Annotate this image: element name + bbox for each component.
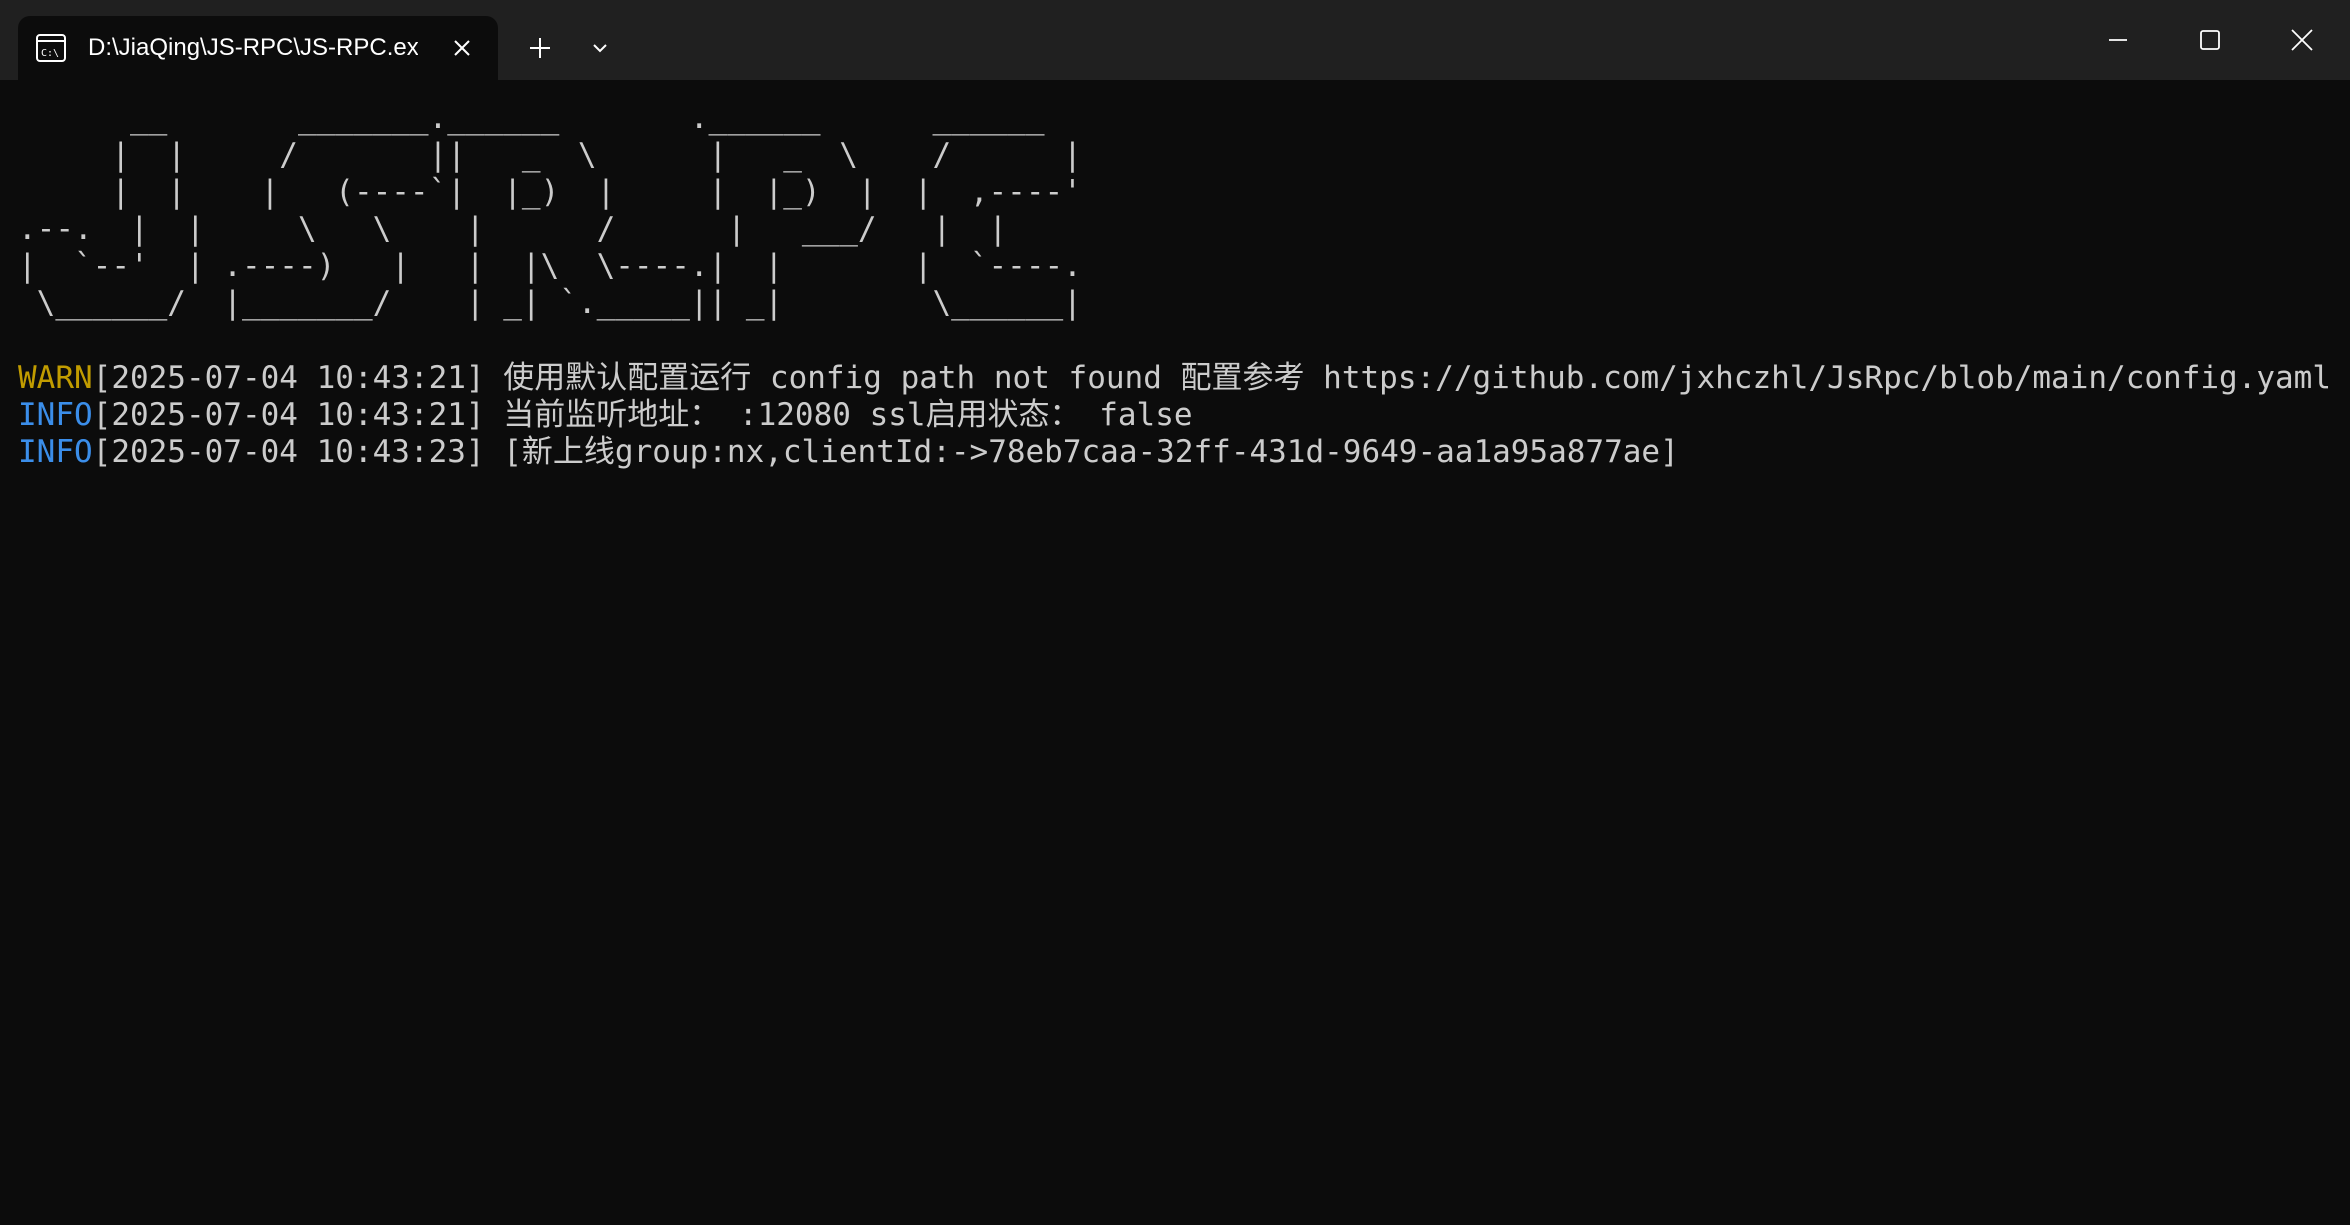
close-window-icon[interactable] xyxy=(2256,0,2348,80)
log-message: [2025-07-04 10:43:23] [新上线group:nx,clien… xyxy=(92,434,1679,470)
title-bar: C:\ D:\JiaQing\JS-RPC\JS-RPC.exe xyxy=(0,0,2350,80)
log-line: WARN[2025-07-04 10:43:21] 使用默认配置运行 confi… xyxy=(18,360,2338,397)
minimize-icon[interactable] xyxy=(2072,0,2164,80)
log-level: WARN xyxy=(18,360,93,396)
tab-active[interactable]: C:\ D:\JiaQing\JS-RPC\JS-RPC.exe xyxy=(18,16,498,80)
chevron-down-icon[interactable] xyxy=(582,30,618,66)
close-icon[interactable] xyxy=(448,34,476,62)
log-message: [2025-07-04 10:43:21] 当前监听地址： :12080 ssl… xyxy=(92,397,1193,433)
log-level: INFO xyxy=(18,434,93,470)
maximize-icon[interactable] xyxy=(2164,0,2256,80)
terminal-window: C:\ D:\JiaQing\JS-RPC\JS-RPC.exe __ ____… xyxy=(0,0,2350,1225)
log-list: WARN[2025-07-04 10:43:21] 使用默认配置运行 confi… xyxy=(18,360,2338,471)
svg-text:C:\: C:\ xyxy=(41,48,59,59)
terminal-output[interactable]: __ _______.______ .______ ______ | | / |… xyxy=(18,100,2338,1210)
log-level: INFO xyxy=(18,397,93,433)
tab-title: D:\JiaQing\JS-RPC\JS-RPC.exe xyxy=(88,34,418,61)
log-message: [2025-07-04 10:43:21] 使用默认配置运行 config pa… xyxy=(92,360,2332,396)
cmd-icon: C:\ xyxy=(36,33,66,63)
plus-icon[interactable] xyxy=(522,30,558,66)
log-line: INFO[2025-07-04 10:43:21] 当前监听地址： :12080… xyxy=(18,397,2338,434)
log-line: INFO[2025-07-04 10:43:23] [新上线group:nx,c… xyxy=(18,434,2338,471)
ascii-banner: __ _______.______ .______ ______ | | / |… xyxy=(18,100,1082,321)
